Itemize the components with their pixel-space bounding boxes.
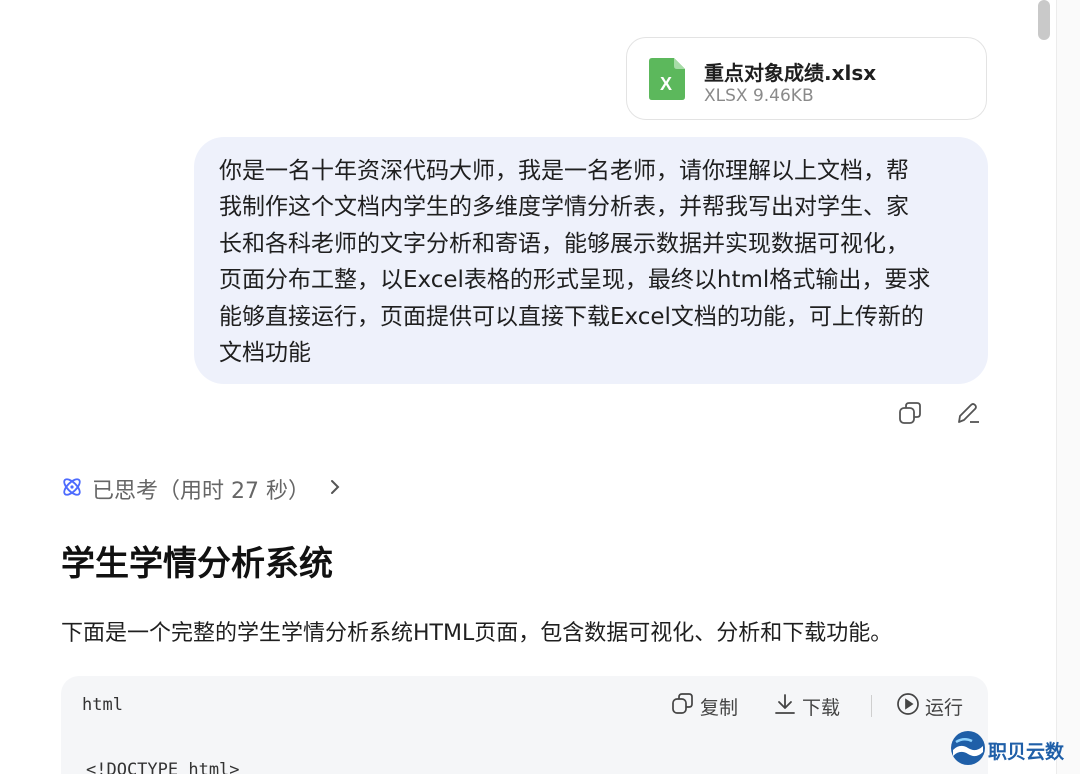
code-run-label: 运行 [925, 696, 964, 719]
user-message-line: 页面分布工整，以Excel表格的形式呈现，最终以html格式输出，要求 [219, 267, 931, 294]
code-copy-button[interactable]: 复制 [671, 692, 738, 720]
answer-title: 学生学情分析系统 [61, 544, 333, 584]
scrollbar-track[interactable] [1056, 0, 1080, 774]
chat-page: X 重点对象成绩.xlsx XLSX 9.46KB 你是一名十年资深代码大师，我… [0, 0, 1080, 774]
watermark-logo-icon [950, 730, 986, 770]
attachment-file-meta: XLSX 9.46KB [704, 86, 814, 106]
copy-icon [897, 400, 923, 430]
attachment-card[interactable]: X 重点对象成绩.xlsx XLSX 9.46KB [626, 37, 987, 120]
user-message-line: 文档功能 [219, 339, 311, 366]
play-icon [896, 692, 920, 721]
watermark-text: 职贝云数 [988, 740, 1065, 763]
thinking-toggle[interactable]: 已思考（用时 27 秒） [60, 474, 342, 504]
user-message-line: 能够直接运行，页面提供可以直接下载Excel文档的功能，可上传新的 [219, 303, 924, 330]
code-line: <!DOCTYPE html> [86, 760, 240, 774]
scrollbar-thumb[interactable] [1038, 0, 1050, 40]
code-run-button[interactable]: 运行 [896, 692, 963, 720]
user-message-line: 我制作这个文档内学生的多维度学情分析表，并帮我写出对学生、家 [219, 194, 909, 221]
user-message-line: 长和各科老师的文字分析和寄语，能够展示数据并实现数据可视化， [219, 230, 909, 257]
copy-icon [671, 692, 695, 721]
edit-icon [955, 400, 981, 430]
edit-message-button[interactable] [953, 400, 983, 430]
user-message-bubble: 你是一名十年资深代码大师，我是一名老师，请你理解以上文档，帮 我制作这个文档内学… [194, 137, 988, 384]
chevron-right-icon [328, 478, 342, 500]
code-download-label: 下载 [802, 696, 841, 719]
thinking-label: 已思考（用时 27 秒） [92, 479, 310, 504]
copy-message-button[interactable] [895, 400, 925, 430]
watermark: 职贝云数 [950, 730, 1064, 770]
code-actions-divider [871, 695, 872, 717]
code-copy-label: 复制 [700, 696, 739, 719]
user-message-line: 你是一名十年资深代码大师，我是一名老师，请你理解以上文档，帮 [219, 158, 909, 184]
download-icon [773, 692, 797, 721]
answer-intro: 下面是一个完整的学生学情分析系统HTML页面，包含数据可视化、分析和下载功能。 [61, 621, 893, 646]
code-download-button[interactable]: 下载 [773, 692, 840, 720]
code-language-label: html [82, 695, 123, 715]
attachment-file-name: 重点对象成绩.xlsx [704, 61, 877, 85]
code-block: html 复制 下载 运行 <!DOCTYPE html> [61, 676, 988, 774]
excel-file-icon: X [649, 58, 685, 100]
svg-text:X: X [660, 74, 672, 94]
atom-icon [60, 475, 84, 503]
